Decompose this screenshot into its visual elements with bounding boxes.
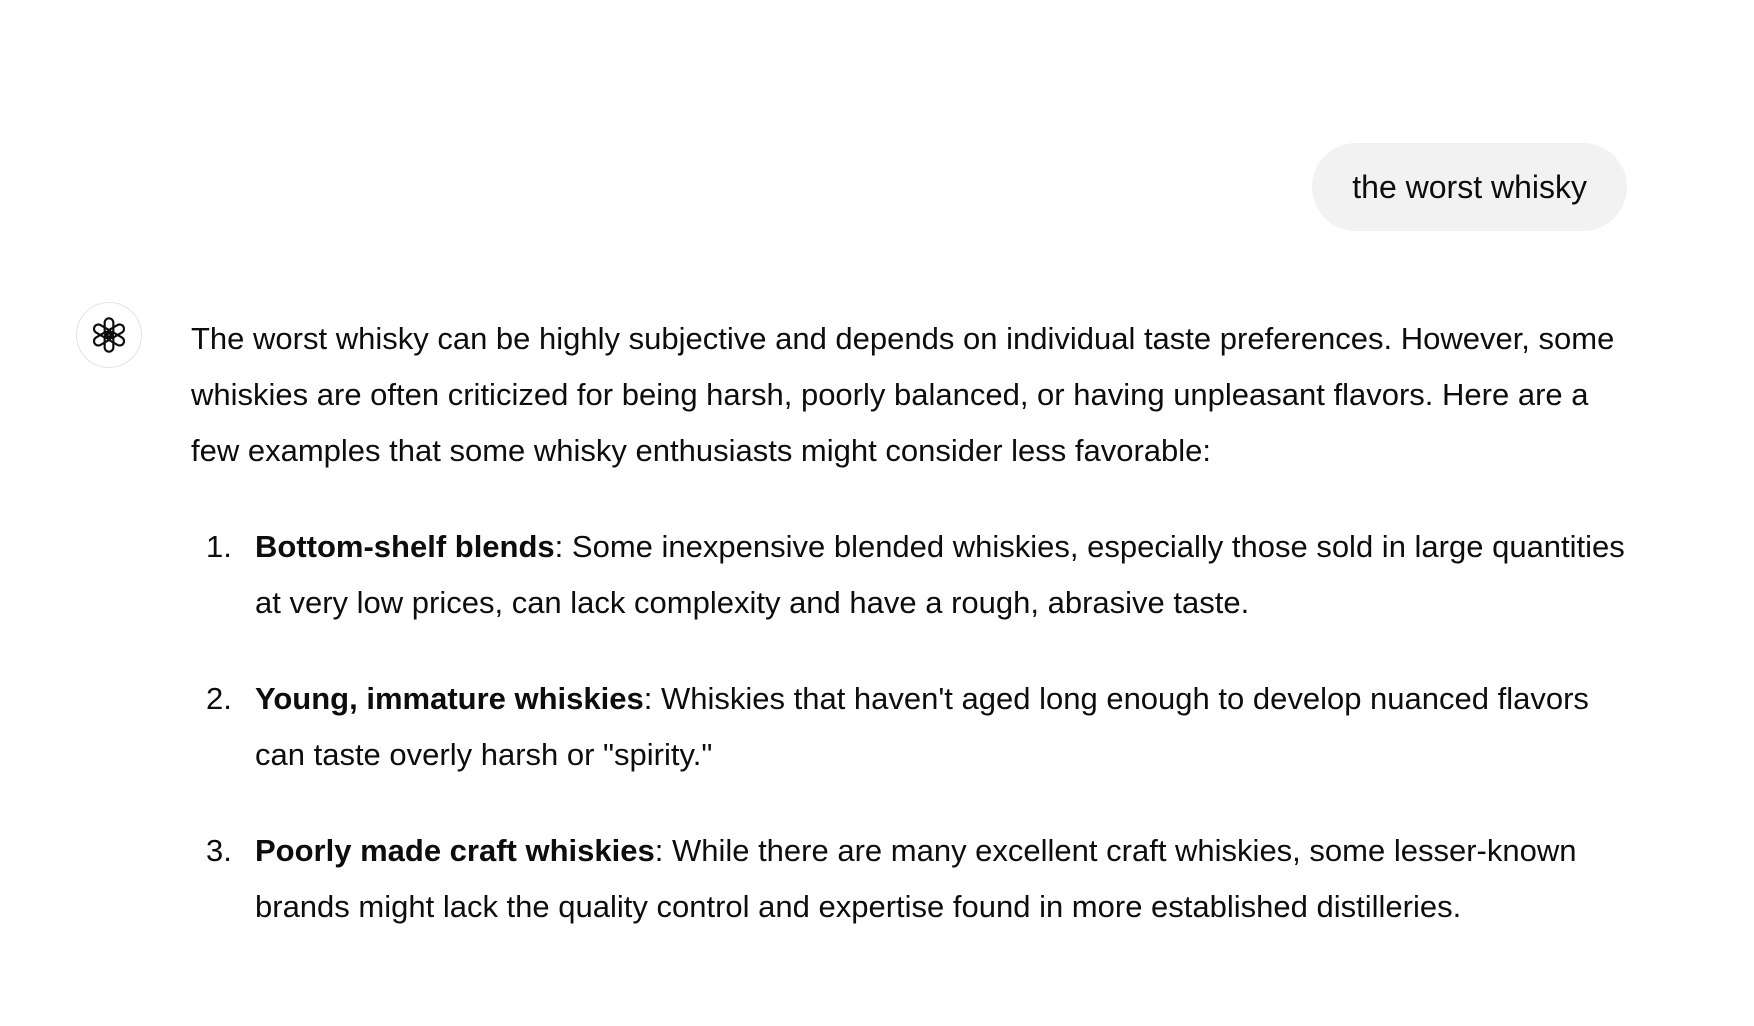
list-item-number: 2. bbox=[206, 681, 232, 716]
list-item-title: Poorly made craft whiskies bbox=[255, 833, 655, 868]
user-message-bubble: the worst whisky bbox=[1312, 143, 1627, 231]
answer-list: 1. Bottom-shelf blends: Some inexpensive… bbox=[191, 519, 1631, 935]
openai-logo-icon bbox=[92, 317, 126, 353]
assistant-message: The worst whisky can be highly subjectiv… bbox=[191, 311, 1631, 975]
user-message-text: the worst whisky bbox=[1352, 169, 1587, 205]
assistant-intro: The worst whisky can be highly subjectiv… bbox=[191, 321, 1615, 468]
list-item-number: 1. bbox=[206, 529, 232, 564]
list-item-number: 3. bbox=[206, 833, 232, 868]
assistant-avatar bbox=[76, 302, 142, 368]
list-item: 2. Young, immature whiskies: Whiskies th… bbox=[191, 671, 1631, 783]
list-item: 1. Bottom-shelf blends: Some inexpensive… bbox=[191, 519, 1631, 631]
list-item-title: Young, immature whiskies bbox=[255, 681, 644, 716]
list-item-title: Bottom-shelf blends bbox=[255, 529, 555, 564]
list-item: 3. Poorly made craft whiskies: While the… bbox=[191, 823, 1631, 935]
